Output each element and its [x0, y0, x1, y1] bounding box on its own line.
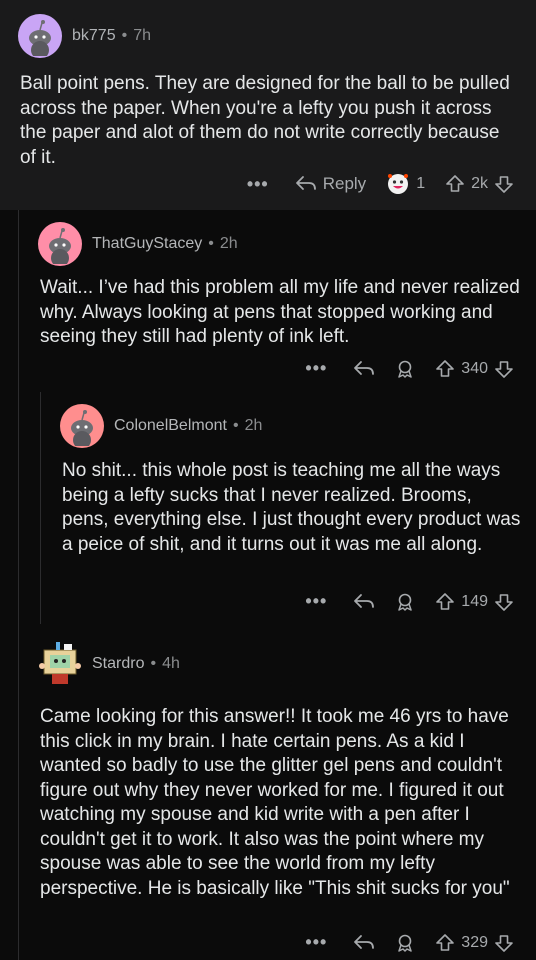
- snoo-avatar-icon: [49, 228, 71, 264]
- vote-count: 340: [461, 359, 488, 377]
- upvote-icon[interactable]: [445, 174, 465, 194]
- comment-header: Stardro • 4h: [38, 642, 180, 686]
- timestamp: 2h: [244, 417, 263, 434]
- comment-header: ColonelBelmont • 2h: [60, 404, 262, 448]
- comment-actions: ••• 329: [305, 932, 514, 953]
- award-button[interactable]: [395, 359, 415, 379]
- award-badge[interactable]: 1: [386, 172, 425, 196]
- reply-arrow-icon: [354, 593, 375, 608]
- more-options-button[interactable]: •••: [305, 358, 327, 379]
- award-ribbon-icon: [398, 593, 413, 611]
- vote-count: 2k: [471, 175, 488, 192]
- award-button[interactable]: [395, 592, 415, 612]
- reply-button[interactable]: [353, 360, 375, 378]
- comment-body: Came looking for this answer!! It took m…: [40, 706, 510, 899]
- downvote-icon[interactable]: [494, 933, 514, 953]
- comment-body: Ball point pens. They are designed for t…: [20, 73, 510, 168]
- wholesome-award-icon: [388, 174, 409, 194]
- reply-arrow-icon: [354, 934, 375, 949]
- comment-header: bk775 • 7h: [18, 14, 151, 58]
- reply-button[interactable]: [353, 593, 375, 611]
- vote-count: 329: [461, 933, 488, 951]
- username[interactable]: Stardro: [92, 655, 144, 673]
- vote-controls: 2k: [445, 174, 514, 194]
- upvote-icon[interactable]: [435, 933, 455, 953]
- comment-thatguystacey: ThatGuyStacey • 2h Wait... I’ve had this…: [0, 210, 536, 960]
- award-button[interactable]: [395, 933, 415, 953]
- comment-header: ThatGuyStacey • 2h: [38, 222, 238, 266]
- reply-arrow-icon: [354, 360, 375, 375]
- award-count: 1: [416, 175, 426, 192]
- upvote-icon[interactable]: [435, 359, 455, 379]
- more-options-button[interactable]: •••: [305, 591, 327, 612]
- reply-button[interactable]: [353, 934, 375, 952]
- comment-actions: ••• 340: [305, 358, 514, 379]
- downvote-icon[interactable]: [494, 174, 514, 194]
- reply-arrow-icon: [295, 176, 316, 190]
- comment-stardro: Stardro • 4h Came looking for this answe…: [0, 624, 536, 960]
- separator-dot: •: [208, 235, 214, 252]
- timestamp: 7h: [133, 27, 151, 44]
- username[interactable]: ThatGuyStacey: [92, 235, 202, 253]
- avatar[interactable]: [38, 642, 82, 686]
- comment-actions: ••• Reply 1 2k: [247, 172, 514, 196]
- more-options-button[interactable]: •••: [247, 174, 269, 195]
- separator-dot: •: [232, 417, 239, 434]
- thread-line[interactable]: [40, 392, 41, 624]
- upvote-icon[interactable]: [435, 592, 455, 612]
- vote-controls: 340: [435, 359, 514, 379]
- snoo-avatar-icon: [71, 410, 93, 446]
- award-ribbon-icon: [398, 360, 413, 378]
- timestamp: 4h: [162, 655, 180, 672]
- reply-button[interactable]: Reply: [295, 174, 366, 194]
- comment-body: No shit... this whole post is teaching m…: [62, 460, 521, 555]
- snoo-avatar-icon: [29, 20, 51, 56]
- vote-controls: 329: [435, 933, 514, 953]
- more-options-button[interactable]: •••: [305, 932, 327, 953]
- separator-dot: •: [121, 27, 128, 44]
- username[interactable]: ColonelBelmont: [114, 417, 227, 435]
- avatar[interactable]: [38, 222, 82, 266]
- username[interactable]: bk775: [72, 27, 116, 45]
- vote-controls: 149: [435, 592, 514, 612]
- downvote-icon[interactable]: [494, 359, 514, 379]
- avatar[interactable]: [18, 14, 62, 58]
- reply-label: Reply: [322, 174, 367, 193]
- separator-dot: •: [150, 655, 157, 672]
- vote-count: 149: [461, 592, 488, 610]
- avatar[interactable]: [60, 404, 104, 448]
- box-character-avatar-icon: [39, 642, 81, 684]
- downvote-icon[interactable]: [494, 592, 514, 612]
- comment-body: Wait... I’ve had this problem all my lif…: [40, 277, 520, 347]
- comment-actions: ••• 149: [305, 591, 514, 612]
- comment-colonelbelmont: ColonelBelmont • 2h No shit... this whol…: [0, 388, 536, 624]
- award-ribbon-icon: [398, 934, 413, 952]
- comment-bk775: bk775 • 7h Ball point pens. They are des…: [0, 0, 536, 210]
- timestamp: 2h: [219, 235, 238, 252]
